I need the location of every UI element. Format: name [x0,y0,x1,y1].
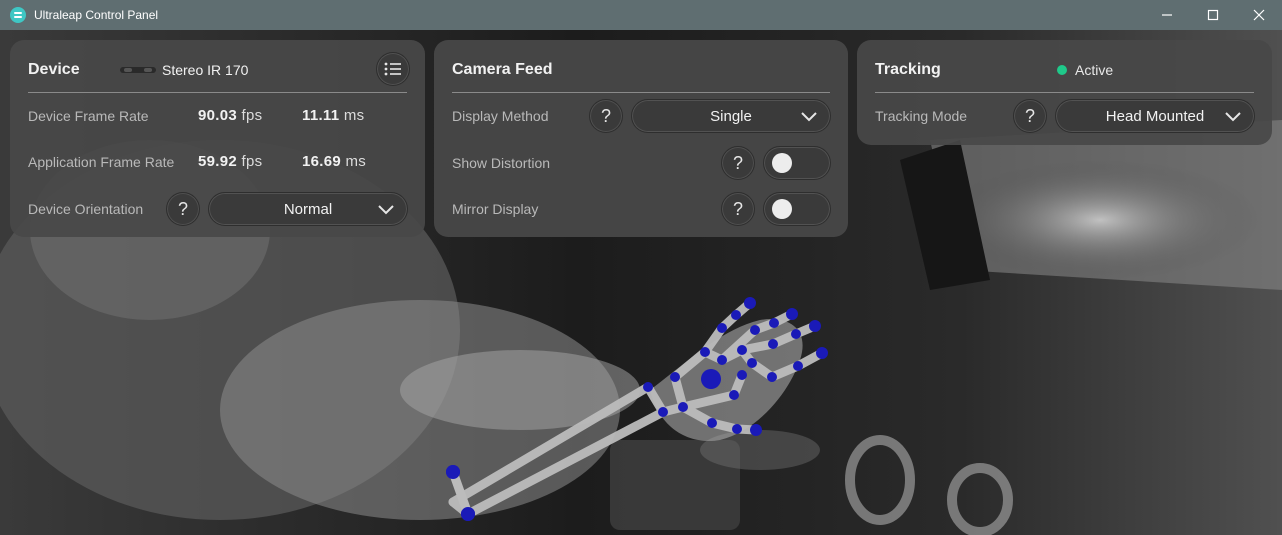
list-icon [384,62,401,76]
device-frame-rate-ms: 11.11 ms [302,107,364,124]
device-orientation-label: Device Orientation [28,201,144,217]
application-frame-rate-fps: 59.92 fps [198,153,262,170]
tracking-status-text: Active [1075,62,1114,78]
device-orientation-value: Normal [283,200,333,218]
device-name: Stereo IR 170 [162,62,249,78]
device-frame-rate-fps: 90.03 fps [198,107,262,124]
display-method-label: Display Method [452,108,549,124]
tracking-mode-help-button[interactable]: ? [1013,99,1047,133]
tracking-panel-divider [875,92,1254,93]
maximize-icon [1207,9,1219,21]
device-frame-rate-ms-unit: ms [343,107,365,124]
application-frame-rate-fps-unit: fps [241,153,263,170]
close-icon [1253,9,1265,21]
mirror-display-help-button[interactable]: ? [721,192,755,226]
camera-panel-divider [452,92,830,93]
device-orientation-dropdown[interactable]: Normal [208,192,408,226]
chevron-down-icon [1225,112,1241,122]
device-frame-rate-fps-value: 90.03 [198,107,238,124]
tracking-mode-value: Head Mounted [1105,107,1205,125]
application-frame-rate-ms-value: 16.69 [302,153,342,170]
camera-panel-title: Camera Feed [452,61,553,78]
toggle-knob [772,153,792,173]
tracking-panel: Tracking Active Tracking Mode ? Head Mou… [857,40,1272,145]
application-frame-rate-fps-value: 59.92 [198,153,238,170]
tracking-status-indicator [1057,65,1067,75]
chevron-down-icon [378,205,394,215]
device-panel-title: Device [28,61,80,78]
application-frame-rate-label: Application Frame Rate [28,154,175,170]
toggle-knob [772,199,792,219]
device-panel-divider [28,92,407,93]
minimize-button[interactable] [1144,0,1190,30]
show-distortion-help-button[interactable]: ? [721,146,755,180]
device-list-button[interactable] [376,52,410,86]
camera-feed-panel: Camera Feed Display Method ? Single Show… [434,40,848,237]
device-frame-rate-ms-value: 11.11 [302,107,340,124]
display-method-help-button[interactable]: ? [589,99,623,133]
close-button[interactable] [1236,0,1282,30]
window-controls [1144,0,1282,30]
display-method-value: Single [710,107,752,125]
application-frame-rate-ms: 16.69 ms [302,153,366,170]
title-bar: Ultraleap Control Panel [0,0,1282,30]
window-title: Ultraleap Control Panel [34,8,159,22]
ultraleap-logo-icon [10,7,26,23]
maximize-button[interactable] [1190,0,1236,30]
tracking-panel-title: Tracking [875,61,941,78]
mirror-display-toggle[interactable] [763,192,831,226]
mirror-display-label: Mirror Display [452,201,539,217]
tracking-mode-label: Tracking Mode [875,108,968,124]
tracking-mode-dropdown[interactable]: Head Mounted [1055,99,1255,133]
application-frame-rate-ms-unit: ms [345,153,367,170]
minimize-icon [1162,14,1172,16]
device-frame-rate-label: Device Frame Rate [28,108,149,124]
device-hardware-icon [120,67,156,73]
device-panel: Device Stereo IR 170 Device Frame Rate 9… [10,40,425,237]
display-method-dropdown[interactable]: Single [631,99,831,133]
device-orientation-help-button[interactable]: ? [166,192,200,226]
chevron-down-icon [801,112,817,122]
show-distortion-toggle[interactable] [763,146,831,180]
show-distortion-label: Show Distortion [452,155,551,171]
device-frame-rate-fps-unit: fps [241,107,263,124]
